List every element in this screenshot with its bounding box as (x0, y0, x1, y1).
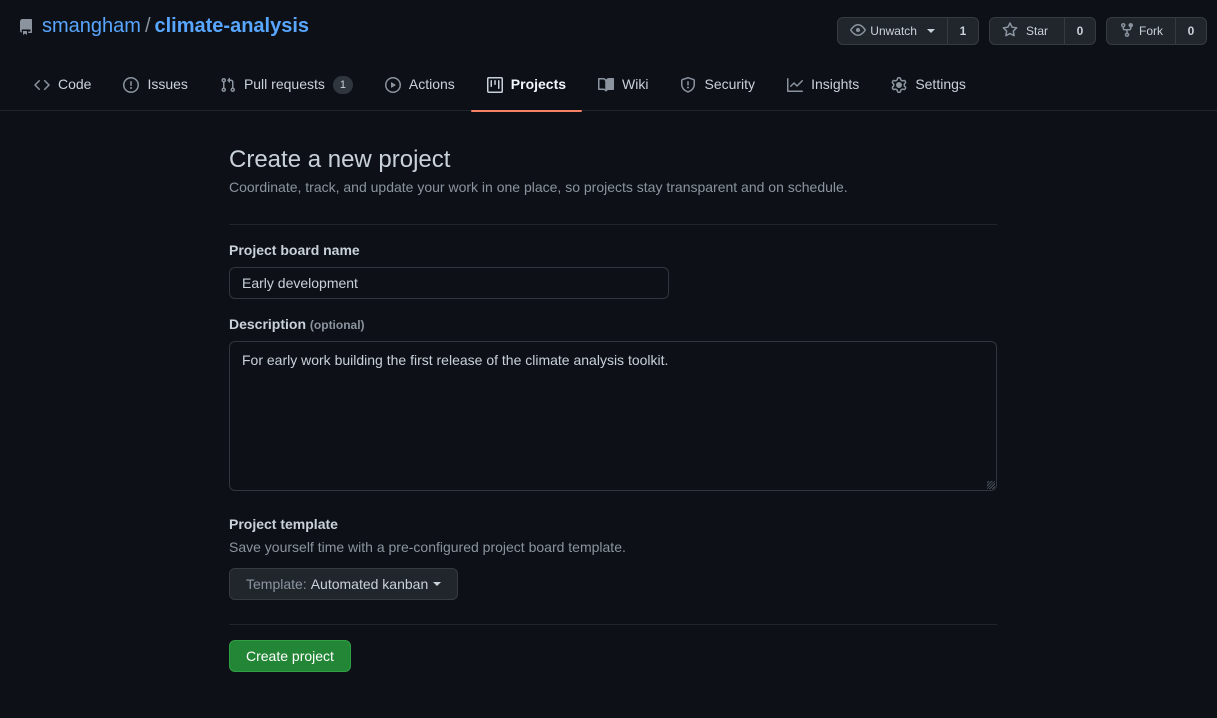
tab-pull-requests[interactable]: Pull requests 1 (204, 66, 369, 111)
new-project-form: Create a new project Coordinate, track, … (229, 145, 997, 672)
tab-issues[interactable]: Issues (107, 66, 203, 111)
tab-settings[interactable]: Settings (875, 66, 982, 111)
repo-icon (18, 18, 34, 35)
watch-button-group: Unwatch 1 (837, 17, 979, 45)
book-icon (598, 77, 615, 92)
resize-handle[interactable] (987, 481, 995, 489)
tab-pull-requests-label: Pull requests (243, 76, 325, 92)
repo-header: smangham / climate-analysis Unwatch 1 St… (0, 0, 1217, 112)
repo-title: smangham / climate-analysis (18, 15, 309, 38)
description-optional-note: (optional) (309, 318, 365, 332)
template-label: Project template (229, 516, 338, 532)
description-label-text: Description (229, 316, 307, 332)
description-label: Description (optional) (229, 316, 997, 332)
footer-divider (229, 624, 997, 625)
description-wrapper: For early work building the first releas… (229, 341, 997, 491)
template-select[interactable]: Template: Automated kanban (229, 568, 459, 600)
template-select-value: Automated kanban (310, 576, 429, 592)
repo-actions: Unwatch 1 Star 0 Fork 0 (837, 17, 1207, 45)
graph-icon (787, 78, 804, 92)
star-icon (1002, 21, 1018, 41)
fork-icon (1119, 22, 1135, 41)
repo-separator: / (144, 15, 151, 37)
header-divider (229, 224, 997, 225)
tab-code-label: Code (58, 76, 92, 92)
stars-count[interactable]: 0 (1065, 18, 1095, 44)
project-name-label: Project board name (229, 242, 360, 258)
template-hint: Save yourself time with a pre-configured… (229, 539, 626, 555)
repo-nav-tabs: Code Issues Pull requests 1 Actions Proj… (18, 66, 982, 112)
tab-actions-label: Actions (408, 76, 455, 92)
page-subtitle: Coordinate, track, and update your work … (229, 179, 848, 195)
pull-requests-count-badge: 1 (332, 76, 353, 94)
watchers-count[interactable]: 1 (948, 18, 978, 44)
repo-owner-link[interactable]: smangham (42, 15, 141, 38)
repo-name-link[interactable]: climate-analysis (155, 15, 310, 38)
fork-label: Fork (1139, 24, 1163, 38)
chevron-down-icon (926, 29, 935, 33)
issue-icon (123, 77, 140, 93)
create-project-button[interactable]: Create project (229, 640, 351, 672)
unwatch-label: Unwatch (870, 24, 917, 38)
page-title: Create a new project (229, 146, 451, 173)
project-name-input[interactable] (229, 267, 669, 299)
forks-count[interactable]: 0 (1176, 18, 1206, 44)
star-button[interactable]: Star (990, 18, 1065, 44)
tab-security-label: Security (704, 76, 756, 92)
tab-wiki[interactable]: Wiki (582, 66, 664, 111)
eye-icon (850, 22, 867, 41)
code-icon (34, 79, 50, 91)
tab-projects-label: Projects (510, 76, 567, 92)
shield-icon (681, 77, 696, 93)
description-textarea[interactable]: For early work building the first releas… (229, 341, 997, 491)
fork-button[interactable]: Fork (1107, 18, 1176, 44)
template-select-prefix: Template: (246, 576, 307, 592)
unwatch-button[interactable]: Unwatch (838, 18, 948, 44)
tab-settings-label: Settings (915, 76, 966, 92)
tab-code[interactable]: Code (18, 66, 107, 111)
tab-issues-label: Issues (147, 76, 188, 92)
tab-projects[interactable]: Projects (470, 66, 583, 112)
pull-request-icon (221, 77, 235, 93)
tab-wiki-label: Wiki (622, 76, 649, 92)
tab-security[interactable]: Security (664, 66, 771, 111)
star-label: Star (1025, 24, 1048, 38)
project-icon (486, 77, 503, 93)
tab-actions[interactable]: Actions (369, 66, 471, 111)
tab-insights[interactable]: Insights (771, 66, 875, 111)
star-button-group: Star 0 (988, 17, 1096, 45)
fork-button-group: Fork 0 (1106, 17, 1207, 45)
gear-icon (891, 77, 907, 93)
chevron-down-icon (433, 582, 442, 586)
play-icon (384, 77, 401, 93)
tab-insights-label: Insights (811, 76, 860, 92)
